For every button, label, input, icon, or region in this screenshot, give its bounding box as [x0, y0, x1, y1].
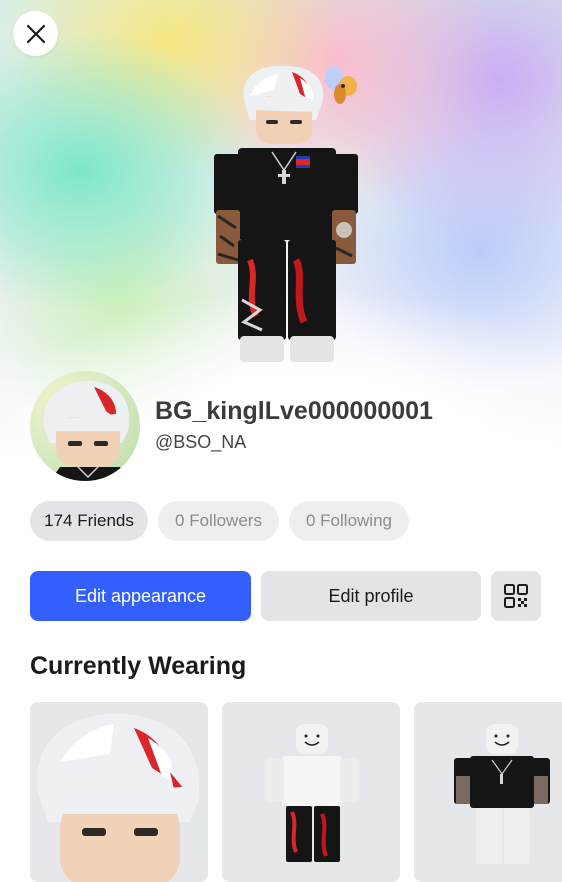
close-button[interactable]	[13, 11, 58, 56]
avatar[interactable]	[30, 371, 140, 481]
wearing-item-shirt[interactable]	[414, 702, 562, 882]
hair-item-thumbnail	[37, 713, 200, 882]
friends-count-button[interactable]: 174 Friends	[30, 501, 148, 541]
qr-code-button[interactable]	[491, 571, 541, 621]
currently-wearing-heading: Currently Wearing	[30, 652, 247, 680]
avatar-headshot-icon	[43, 380, 130, 481]
butterfly-accessory	[325, 66, 357, 104]
username: @BSO_NA	[155, 432, 247, 452]
following-count-button[interactable]: 0 Following	[289, 501, 409, 541]
edit-profile-button[interactable]: Edit profile	[261, 571, 481, 621]
wearing-item-outfit[interactable]	[222, 702, 400, 882]
display-name: BG_kinglLve000000001	[155, 397, 433, 425]
wearing-item-hair[interactable]	[30, 702, 208, 882]
qr-code-icon	[504, 584, 528, 608]
shirt-item-thumbnail	[454, 724, 550, 864]
outfit-item-thumbnail	[266, 724, 358, 862]
close-icon	[26, 24, 45, 43]
avatar-full-body	[214, 65, 358, 362]
followers-count-button[interactable]: 0 Followers	[158, 501, 279, 541]
edit-appearance-button[interactable]: Edit appearance	[30, 571, 251, 621]
